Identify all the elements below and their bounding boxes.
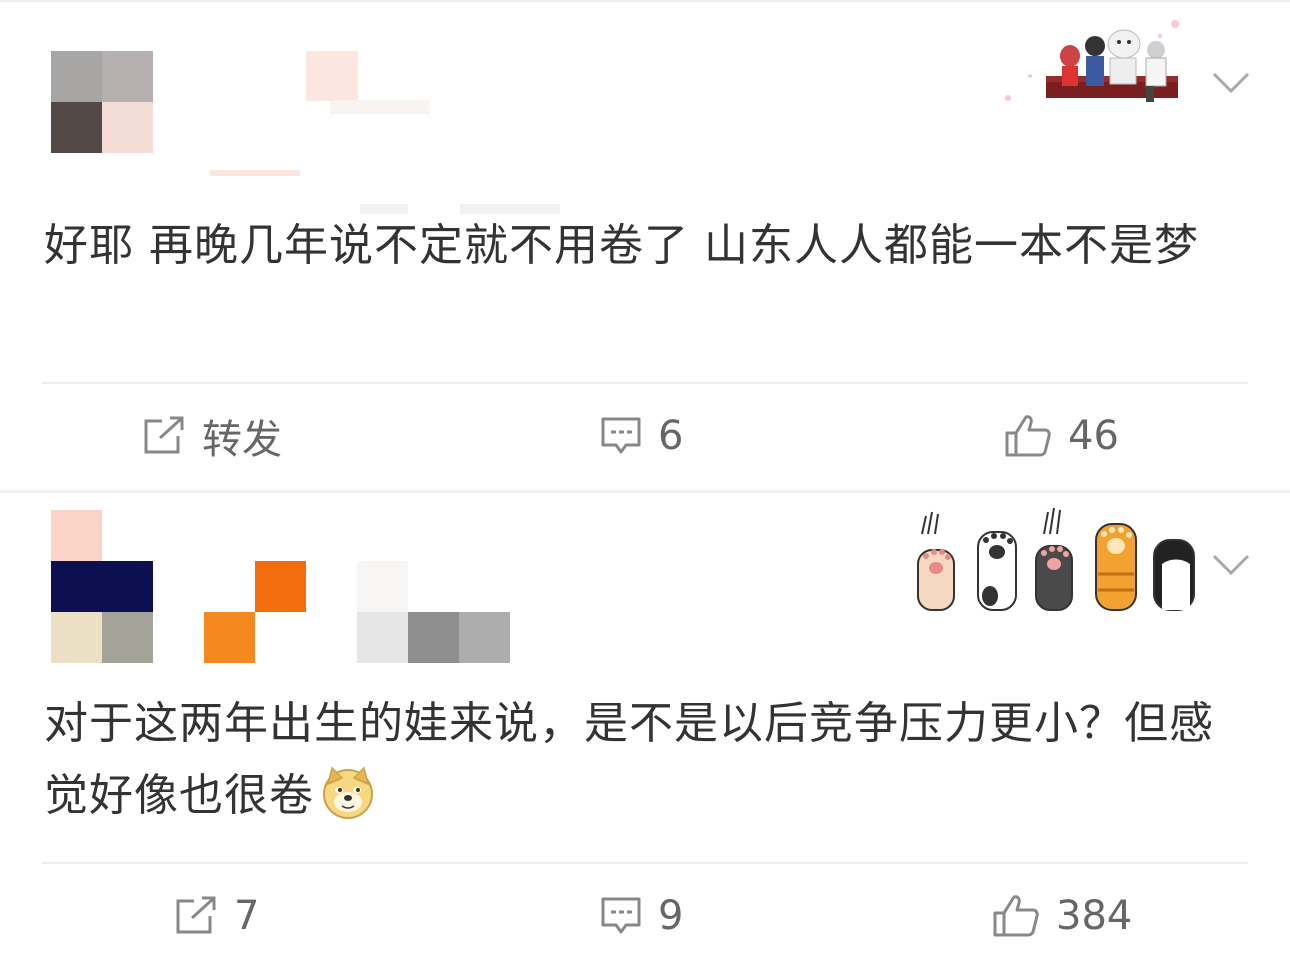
like-button[interactable]: 46 (1004, 406, 1119, 466)
like-count: 384 (1056, 893, 1133, 939)
meta-pixelated (357, 561, 408, 612)
chevron-down-icon[interactable] (1212, 72, 1250, 94)
comment-icon (601, 417, 641, 454)
feed-post: 对于这两年出生的娃来说，是不是以后竞争压力更小？但感觉好像也很卷 7 9 384 (0, 492, 1290, 964)
avatar[interactable] (51, 51, 153, 153)
comment-count: 9 (658, 893, 684, 939)
meta-pixelated (357, 612, 408, 663)
divider (42, 862, 1248, 864)
username-blur (330, 100, 430, 114)
comment-button[interactable]: 9 (600, 886, 683, 946)
repost-count: 7 (234, 893, 260, 939)
thumbs-up-icon (993, 895, 1039, 937)
avatar-top (51, 510, 102, 561)
meta-pixelated (408, 612, 459, 663)
comment-count: 6 (658, 413, 684, 459)
meta-blur (210, 170, 300, 176)
repost-button[interactable]: 转发 (142, 406, 282, 466)
repost-icon (144, 416, 184, 454)
avatar[interactable] (51, 561, 153, 663)
meta-pixelated (459, 612, 510, 663)
anime-characters-sticker (1005, 20, 1179, 102)
comment-button[interactable]: 6 (600, 406, 683, 466)
username-pixelated[interactable] (204, 612, 255, 663)
username-pixelated[interactable] (255, 561, 306, 612)
cat-paws-sticker (917, 507, 1195, 611)
thumbs-up-icon (1005, 415, 1051, 457)
username-pixelated[interactable] (306, 51, 358, 101)
comment-icon (601, 897, 641, 934)
post-text: 对于这两年出生的娃来说，是不是以后竞争压力更小？但感觉好像也很卷 (44, 688, 1224, 832)
feed-post: 好耶 再晚几年说不定就不用卷了 山东人人都能一本不是梦 转发 6 46 (0, 0, 1290, 492)
repost-button[interactable]: 7 (174, 886, 259, 946)
post-text: 好耶 再晚几年说不定就不用卷了 山东人人都能一本不是梦 (44, 220, 1199, 271)
post-text-content: 对于这两年出生的娃来说，是不是以后竞争压力更小？但感觉好像也很卷 (44, 698, 1214, 821)
divider (42, 382, 1248, 384)
like-count: 46 (1068, 413, 1119, 459)
repost-icon (176, 896, 216, 934)
repost-label: 转发 (202, 417, 282, 463)
chevron-down-icon[interactable] (1212, 554, 1250, 576)
doge-emoji (323, 766, 373, 819)
like-button[interactable]: 384 (992, 886, 1132, 946)
